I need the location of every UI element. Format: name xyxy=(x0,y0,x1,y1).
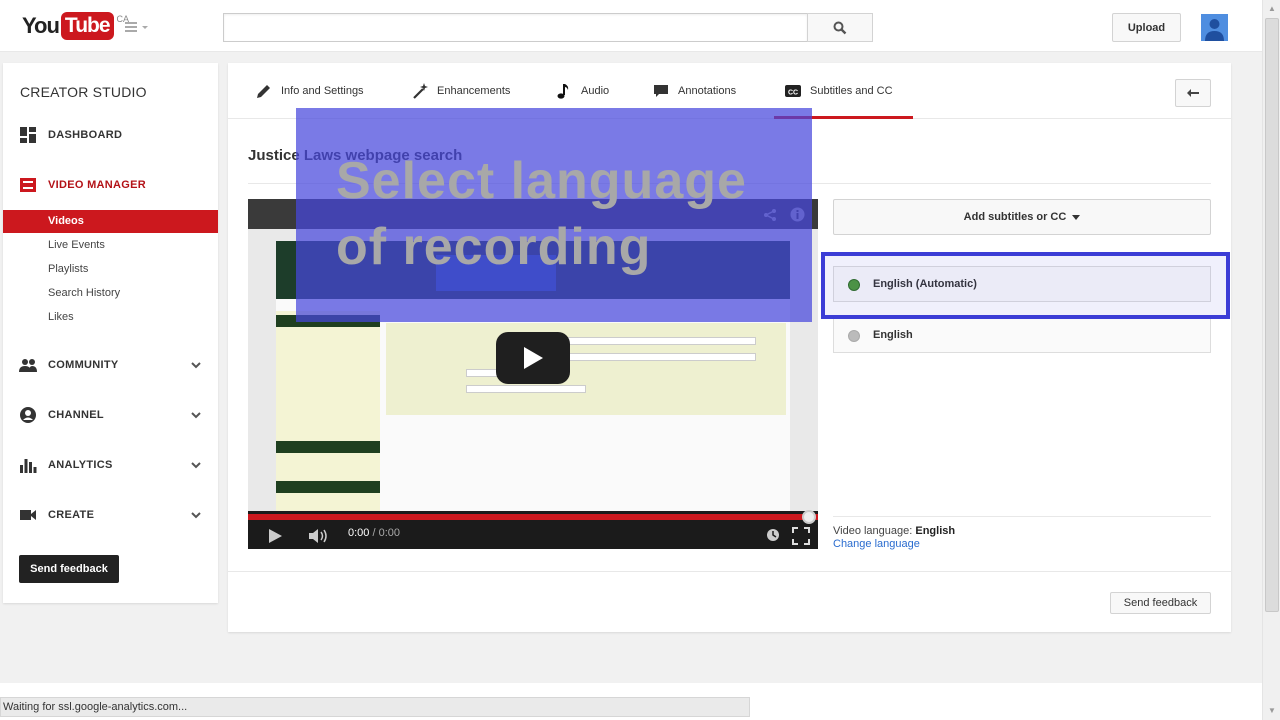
play-icon xyxy=(524,347,543,369)
tutorial-caption-overlay: Select language of recording xyxy=(296,108,812,322)
svg-text:CC: CC xyxy=(788,90,798,97)
scrollbar-thumb[interactable] xyxy=(1265,18,1279,612)
divider xyxy=(833,516,1211,517)
add-subtitles-button[interactable]: Add subtitles or CC xyxy=(833,199,1211,235)
sidebar-subitem-likes[interactable]: Likes xyxy=(3,306,218,329)
sidebar-subitem-playlists[interactable]: Playlists xyxy=(3,258,218,281)
sidebar-item-community[interactable]: COMMUNITY xyxy=(3,350,218,380)
user-avatar-icon xyxy=(1201,14,1228,41)
search-button[interactable] xyxy=(807,13,873,42)
tab-label: Audio xyxy=(581,85,610,97)
video-language-label: Video language: xyxy=(833,525,916,537)
total-time: 0:00 xyxy=(378,527,401,539)
sidebar-item-label: ANALYTICS xyxy=(48,459,113,471)
sidebar-title: CREATOR STUDIO xyxy=(20,84,147,100)
tab-label: Enhancements xyxy=(437,85,511,97)
sidebar-item-label: COMMUNITY xyxy=(48,359,119,371)
sidebar-item-label: CHANNEL xyxy=(48,409,104,421)
sidebar-item-channel[interactable]: CHANNEL xyxy=(3,400,218,430)
chevron-down-icon[interactable] xyxy=(190,509,202,521)
sidebar-item-label: DASHBOARD xyxy=(48,129,123,141)
search-input[interactable] xyxy=(223,13,808,42)
play-overlay-button[interactable] xyxy=(496,332,570,384)
avatar[interactable] xyxy=(1201,14,1228,41)
music-note-icon xyxy=(557,84,569,99)
progress-bar[interactable] xyxy=(248,514,818,520)
video-language-info: Video language: English xyxy=(833,525,955,537)
chevron-down-icon[interactable] xyxy=(190,409,202,421)
player-time: 0:00 / 0:00 xyxy=(348,527,401,539)
logo-tube-text: Tube xyxy=(60,12,114,40)
analytics-icon xyxy=(20,459,37,473)
sidebar-item-create[interactable]: CREATE xyxy=(3,500,218,530)
thumbnail-field xyxy=(546,353,756,361)
sidebar-item-label: CREATE xyxy=(48,509,95,521)
sidebar-item-dashboard[interactable]: DASHBOARD xyxy=(3,120,218,150)
youtube-logo[interactable]: You Tube CA xyxy=(22,12,129,40)
browser-status-bar: Waiting for ssl.google-analytics.com... xyxy=(0,697,750,717)
magic-wand-icon xyxy=(413,83,428,99)
video-manager-icon xyxy=(20,178,36,192)
back-button[interactable] xyxy=(1175,79,1211,107)
fullscreen-icon[interactable] xyxy=(792,527,810,545)
language-track-english[interactable]: English xyxy=(833,317,1211,353)
send-feedback-button[interactable]: Send feedback xyxy=(19,555,119,583)
community-icon xyxy=(19,359,37,372)
tutorial-caption-text: Select language of recording xyxy=(336,148,747,280)
guide-menu-button[interactable] xyxy=(123,20,151,34)
pencil-icon xyxy=(257,85,270,98)
thumbnail-form xyxy=(386,323,786,415)
thumbnail-sidebar xyxy=(276,311,380,511)
chevron-down-icon[interactable] xyxy=(190,359,202,371)
arrow-left-icon xyxy=(1187,89,1199,97)
sidebar-item-analytics[interactable]: ANALYTICS xyxy=(3,450,218,480)
speech-bubble-icon xyxy=(654,85,668,97)
dashboard-icon xyxy=(20,127,36,143)
tab-label: Annotations xyxy=(678,85,737,97)
send-feedback-button[interactable]: Send feedback xyxy=(1110,592,1211,614)
sidebar-subitem-search-history[interactable]: Search History xyxy=(3,282,218,305)
current-time: 0:00 xyxy=(348,527,370,539)
channel-icon xyxy=(20,407,36,423)
sidebar-item-video-manager[interactable]: VIDEO MANAGER xyxy=(3,170,218,200)
caption-line: of recording xyxy=(336,218,652,276)
thumbnail-field xyxy=(546,337,756,345)
player-controls: 0:00 / 0:00 xyxy=(248,521,818,549)
play-icon[interactable] xyxy=(268,529,282,543)
creator-studio-sidebar: CREATOR STUDIO DASHBOARD VIDEO MANAGER V… xyxy=(3,63,218,603)
upload-button[interactable]: Upload xyxy=(1112,13,1181,42)
thumbnail-bar xyxy=(276,481,380,493)
thumbnail-bar xyxy=(276,441,380,453)
logo-you-text: You xyxy=(22,13,60,38)
sidebar-subitem-live-events[interactable]: Live Events xyxy=(3,234,218,257)
language-track-label: English xyxy=(873,329,913,341)
sidebar-item-label: VIDEO MANAGER xyxy=(48,179,147,191)
video-camera-icon xyxy=(20,510,36,520)
change-language-link[interactable]: Change language xyxy=(833,538,920,550)
scroll-down-arrow-icon[interactable]: ▼ xyxy=(1267,706,1277,716)
caret-down-icon xyxy=(1072,214,1081,220)
tutorial-highlight-box xyxy=(821,252,1230,319)
volume-icon[interactable] xyxy=(308,528,330,544)
video-language-value: English xyxy=(915,525,956,537)
cc-icon: CC xyxy=(785,85,801,97)
tab-label: Info and Settings xyxy=(281,85,364,97)
masthead: You Tube CA Upload xyxy=(0,0,1262,52)
hamburger-icon xyxy=(125,22,148,32)
divider xyxy=(228,571,1231,572)
caption-line: Select language xyxy=(336,152,747,210)
search-icon xyxy=(833,21,847,34)
chevron-down-icon[interactable] xyxy=(190,459,202,471)
tab-label: Subtitles and CC xyxy=(810,85,893,97)
thumbnail-field xyxy=(466,385,586,393)
scroll-up-arrow-icon[interactable]: ▲ xyxy=(1267,4,1277,14)
watch-later-icon[interactable] xyxy=(766,528,780,542)
sidebar-subitem-videos[interactable]: Videos xyxy=(3,210,218,233)
add-subtitles-label: Add subtitles or CC xyxy=(963,211,1067,223)
status-dot-icon xyxy=(848,330,860,342)
page-scrollbar[interactable]: ▲ ▼ xyxy=(1262,0,1280,720)
